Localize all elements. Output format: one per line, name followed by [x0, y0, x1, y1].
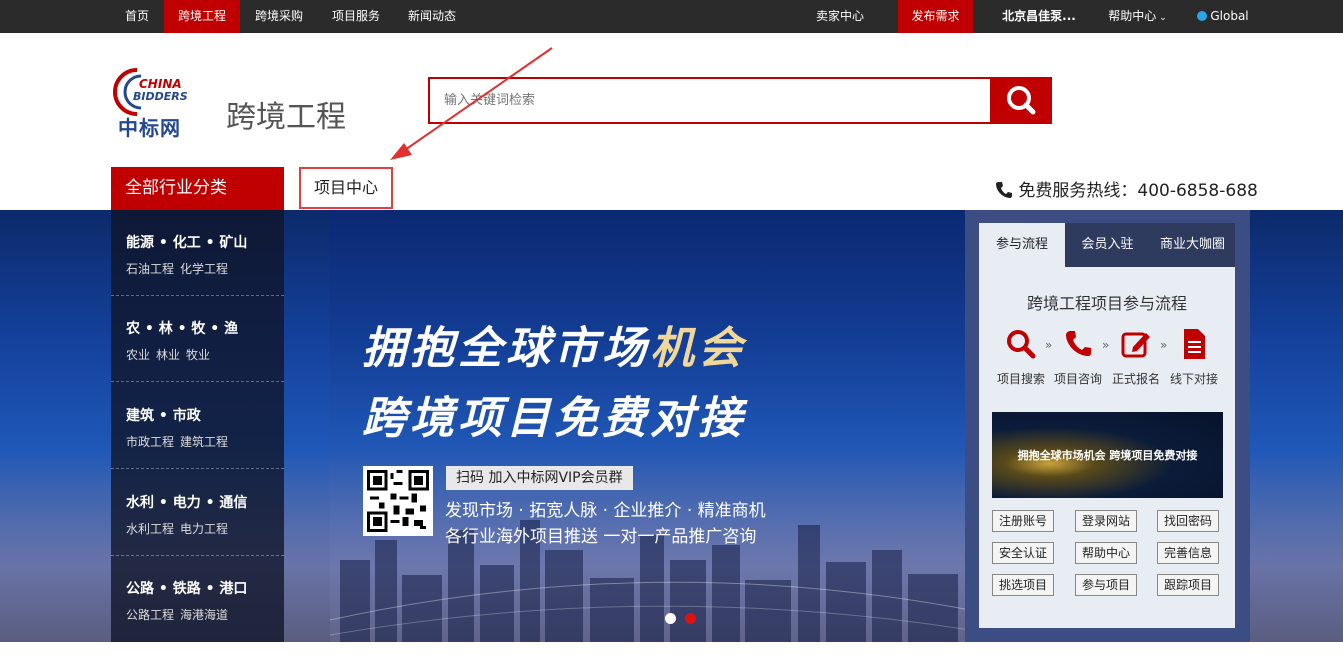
- select-project-button[interactable]: 挑选项目: [992, 574, 1054, 596]
- subcategory-link[interactable]: 化学工程: [180, 262, 228, 276]
- nav-news[interactable]: 新闻动态: [396, 0, 468, 33]
- seller-center-link[interactable]: 卖家中心: [806, 0, 874, 33]
- logo-text-bottom: BIDDERS: [133, 90, 188, 103]
- top-navigation-bar: 首页 跨境工程 跨境采购 项目服务 新闻动态 卖家中心 发布需求 北京昌佳泵..…: [0, 0, 1343, 33]
- mini-promo-banner[interactable]: 拥抱全球市场机会 跨境项目免费对接: [992, 412, 1223, 498]
- category-title[interactable]: 水利 • 电力 • 通信: [126, 492, 247, 512]
- global-label: Global: [1210, 9, 1249, 23]
- tab-member-join[interactable]: 会员入驻: [1065, 223, 1150, 267]
- nav-project-services[interactable]: 项目服务: [320, 0, 392, 33]
- category-title[interactable]: 公路 • 铁路 • 港口: [126, 578, 247, 598]
- subcategory-link[interactable]: 海港海道: [180, 608, 228, 622]
- subcategory-link[interactable]: 建筑工程: [180, 435, 228, 449]
- logo-chinese-name: 中标网: [118, 116, 181, 140]
- track-project-button[interactable]: 跟踪项目: [1157, 574, 1219, 596]
- carousel-dot-2-active[interactable]: [685, 613, 696, 624]
- globe-icon: [1197, 11, 1208, 21]
- slogan1-highlight: 机会: [650, 323, 746, 374]
- subcategory-link[interactable]: 公路工程: [126, 608, 174, 622]
- category-water-power[interactable]: 水利 • 电力 • 通信 水利工程 电力工程: [111, 470, 284, 556]
- step-label: 线下对接: [1169, 372, 1218, 386]
- search-icon: [1007, 330, 1036, 359]
- company-account-link[interactable]: 北京昌佳泵...: [994, 0, 1084, 33]
- chevron-down-icon: ⌄: [1159, 13, 1167, 23]
- subcategory-link[interactable]: 水利工程: [126, 522, 174, 536]
- help-center-button[interactable]: 帮助中心: [1075, 542, 1137, 564]
- category-construction[interactable]: 建筑 • 市政 市政工程 建筑工程: [111, 383, 284, 469]
- recover-password-button[interactable]: 找回密码: [1157, 510, 1219, 532]
- subcategory-link[interactable]: 牧业: [186, 348, 210, 362]
- subcategory-link[interactable]: 市政工程: [126, 435, 174, 449]
- tab-participation-process[interactable]: 参与流程: [979, 223, 1065, 267]
- global-site-link[interactable]: Global: [1190, 0, 1256, 33]
- step-formal-registration[interactable]: 正式报名: [1108, 328, 1164, 387]
- phone-icon: [1066, 331, 1091, 356]
- nav-home[interactable]: 首页: [111, 0, 163, 33]
- nav-cross-border-engineering[interactable]: 跨境工程: [164, 0, 240, 33]
- all-categories-button[interactable]: 全部行业分类: [111, 167, 284, 210]
- complete-info-button[interactable]: 完善信息: [1157, 542, 1219, 564]
- step-label: 项目咨询: [1053, 372, 1102, 386]
- banner-benefits-line2: 各行业海外项目推送 一对一产品推广咨询: [445, 527, 757, 547]
- help-center-label: 帮助中心: [1108, 9, 1157, 23]
- project-center-tab[interactable]: 项目中心: [299, 167, 393, 209]
- category-menu: 能源 • 化工 • 矿山 石油工程 化学工程 农 • 林 • 牧 • 渔 农业 林业…: [111, 210, 284, 642]
- tab-business-circle[interactable]: 商业大咖圈: [1150, 223, 1235, 267]
- banner-slogan-line2: 跨境项目免费对接: [362, 393, 746, 444]
- banner-slogan-line1: 拥抱全球市场机会: [362, 312, 746, 376]
- process-title: 跨境工程项目参与流程: [1026, 294, 1187, 313]
- search-box: [428, 77, 990, 124]
- step-project-search[interactable]: 项目搜索: [993, 328, 1049, 387]
- help-center-menu[interactable]: 帮助中心 ⌄: [1100, 0, 1175, 33]
- edit-icon: [1121, 332, 1150, 358]
- step-label: 正式报名: [1111, 372, 1160, 386]
- subcategory-link[interactable]: 农业: [126, 348, 150, 362]
- join-project-button[interactable]: 参与项目: [1075, 574, 1137, 596]
- qr-join-label: 扫码 加入中标网VIP会员群: [446, 466, 633, 490]
- search-input[interactable]: [430, 79, 990, 122]
- logo-text-top: CHINA: [139, 77, 182, 91]
- step-label: 项目搜索: [996, 372, 1045, 386]
- category-title[interactable]: 能源 • 化工 • 矿山: [126, 232, 247, 252]
- post-demand-button[interactable]: 发布需求: [898, 0, 973, 33]
- subcategory-link[interactable]: 电力工程: [180, 522, 228, 536]
- category-title[interactable]: 建筑 • 市政: [126, 405, 201, 425]
- vip-group-qr-code: [363, 466, 433, 536]
- mini-banner-text: 拥抱全球市场机会 跨境项目免费对接: [1017, 449, 1198, 462]
- security-verification-button[interactable]: 安全认证: [992, 542, 1054, 564]
- category-energy[interactable]: 能源 • 化工 • 矿山 石油工程 化学工程: [111, 210, 284, 296]
- slogan1-main: 拥抱全球市场: [362, 323, 650, 374]
- carousel-dot-1[interactable]: [665, 613, 676, 624]
- search-icon: [1007, 86, 1036, 115]
- step-offline-meeting[interactable]: 线下对接: [1166, 328, 1222, 387]
- step-project-consult[interactable]: 项目咨询: [1050, 328, 1106, 387]
- phone-icon: [996, 182, 1012, 198]
- page-title: 跨境工程: [226, 100, 346, 135]
- nav-cross-border-procurement[interactable]: 跨境采购: [243, 0, 315, 33]
- subcategory-link[interactable]: 石油工程: [126, 262, 174, 276]
- service-hotline: 免费服务热线：400-6858-688: [995, 176, 1258, 201]
- search-button[interactable]: [990, 77, 1052, 124]
- category-transport[interactable]: 公路 • 铁路 • 港口 公路工程 海港海道: [111, 556, 284, 642]
- login-button[interactable]: 登录网站: [1075, 510, 1137, 532]
- register-account-button[interactable]: 注册账号: [992, 510, 1054, 532]
- document-icon: [1184, 329, 1205, 359]
- hotline-text: 免费服务热线：400-6858-688: [1018, 181, 1258, 201]
- category-agriculture[interactable]: 农 • 林 • 牧 • 渔 农业 林业 牧业: [111, 296, 284, 382]
- subcategory-link[interactable]: 林业: [156, 348, 180, 362]
- banner-benefits-line1: 发现市场 · 拓宽人脉 · 企业推介 · 精准商机: [445, 501, 766, 521]
- category-title[interactable]: 农 • 林 • 牧 • 渔: [126, 318, 238, 338]
